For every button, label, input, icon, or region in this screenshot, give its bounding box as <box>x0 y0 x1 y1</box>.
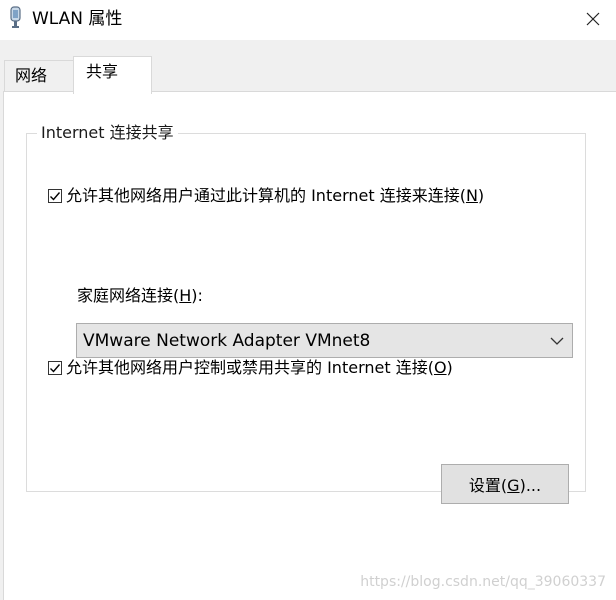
allow-connect-row[interactable]: 允许其他网络用户通过此计算机的 Internet 连接来连接(N) <box>48 186 484 206</box>
close-icon <box>586 11 600 30</box>
checkmark-icon <box>50 364 61 373</box>
tab-network[interactable]: 网络 <box>4 60 74 92</box>
allow-control-checkbox[interactable] <box>48 361 62 375</box>
settings-button[interactable]: 设置(G)... <box>441 464 569 504</box>
tab-sharing[interactable]: 共享 <box>73 56 152 94</box>
tab-network-label: 网络 <box>15 66 48 85</box>
ics-groupbox: Internet 连接共享 允许其他网络用户通过此计算机的 Internet 连… <box>26 123 586 504</box>
tab-strip: 网络 共享 <box>0 40 616 94</box>
home-network-label: 家庭网络连接(H): <box>77 286 203 305</box>
network-adapter-icon <box>6 6 26 32</box>
tab-sharing-label: 共享 <box>86 62 119 81</box>
home-network-select[interactable]: VMware Network Adapter VMnet8 <box>76 323 573 358</box>
close-button[interactable] <box>570 0 616 40</box>
group-legend: Internet 连接共享 <box>37 123 178 143</box>
title-bar: WLAN 属性 <box>0 0 616 40</box>
allow-connect-checkbox[interactable] <box>48 189 62 203</box>
watermark: https://blog.csdn.net/qq_39060337 <box>360 574 606 590</box>
sharing-panel: Internet 连接共享 允许其他网络用户通过此计算机的 Internet 连… <box>3 91 616 600</box>
home-network-selected: VMware Network Adapter VMnet8 <box>83 330 371 351</box>
window-title: WLAN 属性 <box>32 9 123 29</box>
chevron-down-icon <box>550 331 564 351</box>
allow-control-label[interactable]: 允许其他网络用户控制或禁用共享的 Internet 连接(O) <box>66 358 453 378</box>
settings-button-label: 设置(G)... <box>468 476 542 495</box>
checkmark-icon <box>50 192 61 201</box>
allow-control-row[interactable]: 允许其他网络用户控制或禁用共享的 Internet 连接(O) <box>48 358 453 378</box>
allow-connect-label[interactable]: 允许其他网络用户通过此计算机的 Internet 连接来连接(N) <box>66 186 484 206</box>
